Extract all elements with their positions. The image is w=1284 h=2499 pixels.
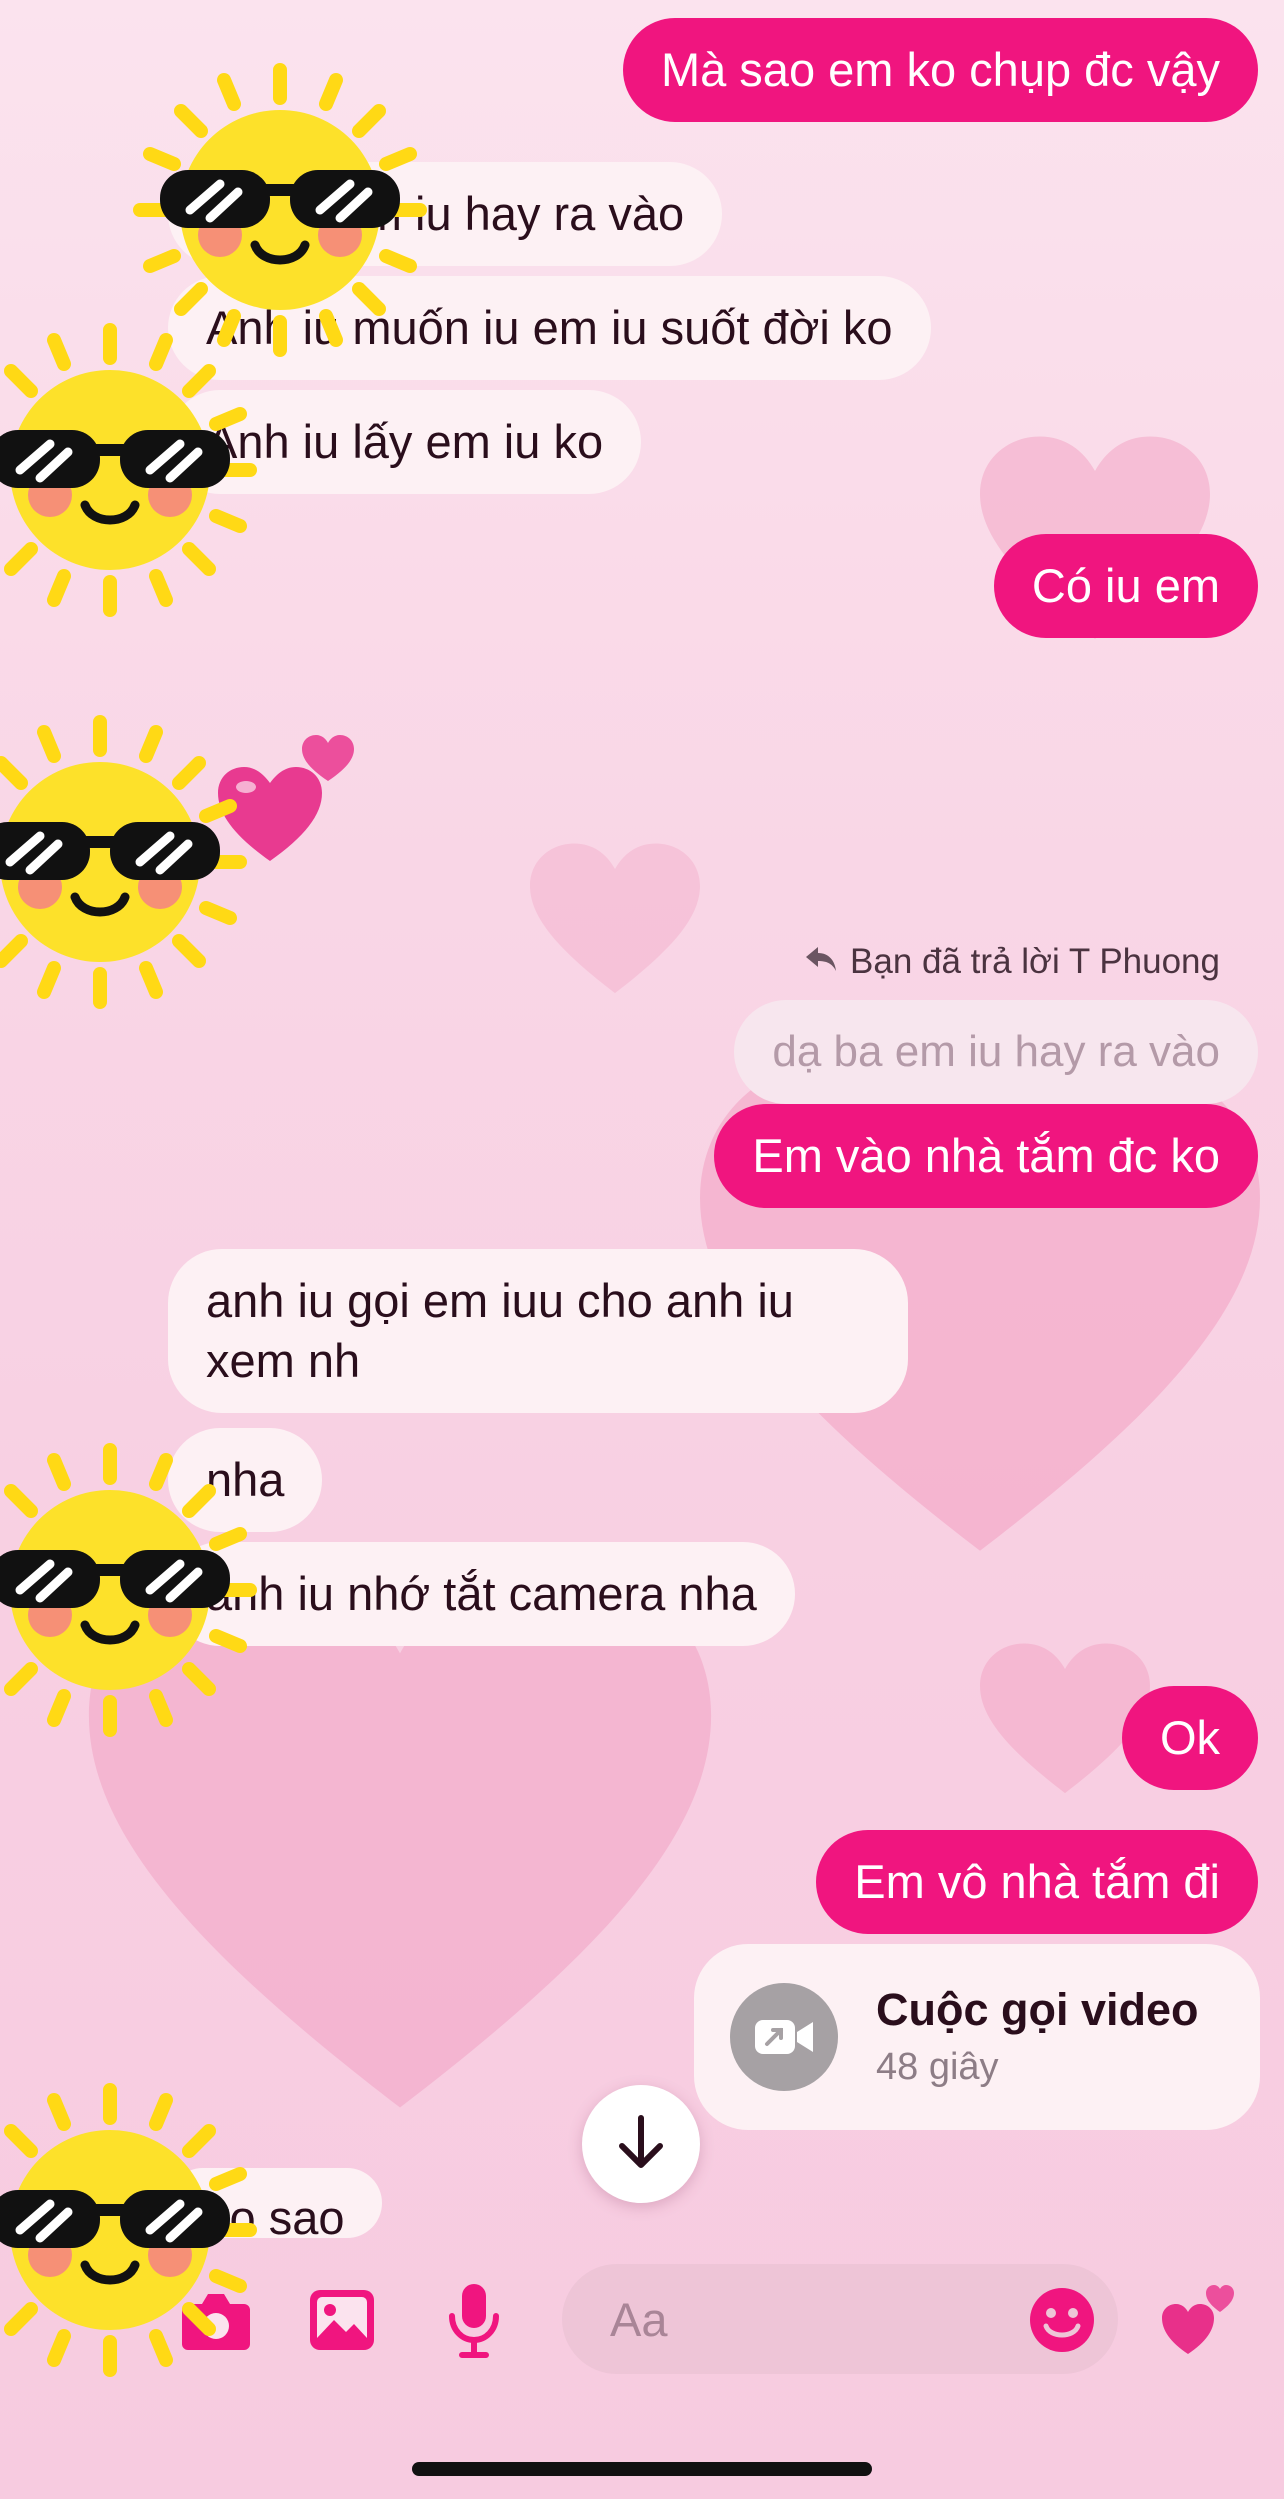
- sunglasses-sun-sticker: [0, 320, 260, 620]
- sunglasses-sun-sticker: [130, 60, 430, 360]
- message-line: anh iu gọi em iuu cho anh iu: [206, 1274, 794, 1327]
- message-input[interactable]: [608, 2290, 992, 2348]
- message-composer[interactable]: [562, 2264, 1118, 2374]
- arrow-down-icon: [616, 2114, 666, 2175]
- reply-arrow-icon: [804, 942, 838, 982]
- video-call-card[interactable]: Cuộc gọi video 48 giây: [694, 1944, 1260, 2130]
- outgoing-message[interactable]: Em vô nhà tắm đi: [816, 1830, 1258, 1934]
- microphone-icon[interactable]: [446, 2282, 502, 2363]
- quoted-message[interactable]: dạ ba em iu hay ra vào: [734, 1000, 1258, 1104]
- emoji-icon[interactable]: [1028, 2286, 1096, 2359]
- hearts-icon[interactable]: [1160, 2278, 1240, 2363]
- message-line: xem nh: [206, 1334, 361, 1387]
- reply-note-text: Bạn đã trả lời T Phuong: [850, 942, 1220, 981]
- video-call-icon: [730, 1983, 838, 2091]
- outgoing-message[interactable]: Em vào nhà tắm đc ko: [714, 1104, 1258, 1208]
- image-icon[interactable]: [308, 2288, 376, 2357]
- sunglasses-sun-sticker: [0, 712, 250, 1012]
- sunglasses-sun-sticker: [0, 2080, 260, 2380]
- scroll-to-bottom-button[interactable]: [582, 2085, 700, 2203]
- outgoing-message[interactable]: Mà sao em ko chụp đc vậy: [622, 18, 1258, 122]
- reply-note: Bạn đã trả lời T Phuong: [804, 942, 1220, 982]
- sunglasses-sun-sticker: [0, 1440, 260, 1740]
- call-title: Cuộc gọi video: [876, 1984, 1199, 2035]
- home-indicator[interactable]: [412, 2462, 872, 2476]
- outgoing-message[interactable]: Ok: [1121, 1686, 1258, 1790]
- incoming-message[interactable]: anh iu nhớ tắt camera nha: [168, 1542, 795, 1646]
- outgoing-message[interactable]: Có iu em: [993, 534, 1258, 638]
- call-duration: 48 giây: [876, 2046, 999, 2088]
- incoming-message[interactable]: anh iu gọi em iuu cho anh iu xem nh: [168, 1249, 908, 1413]
- background-heart: [530, 840, 700, 1000]
